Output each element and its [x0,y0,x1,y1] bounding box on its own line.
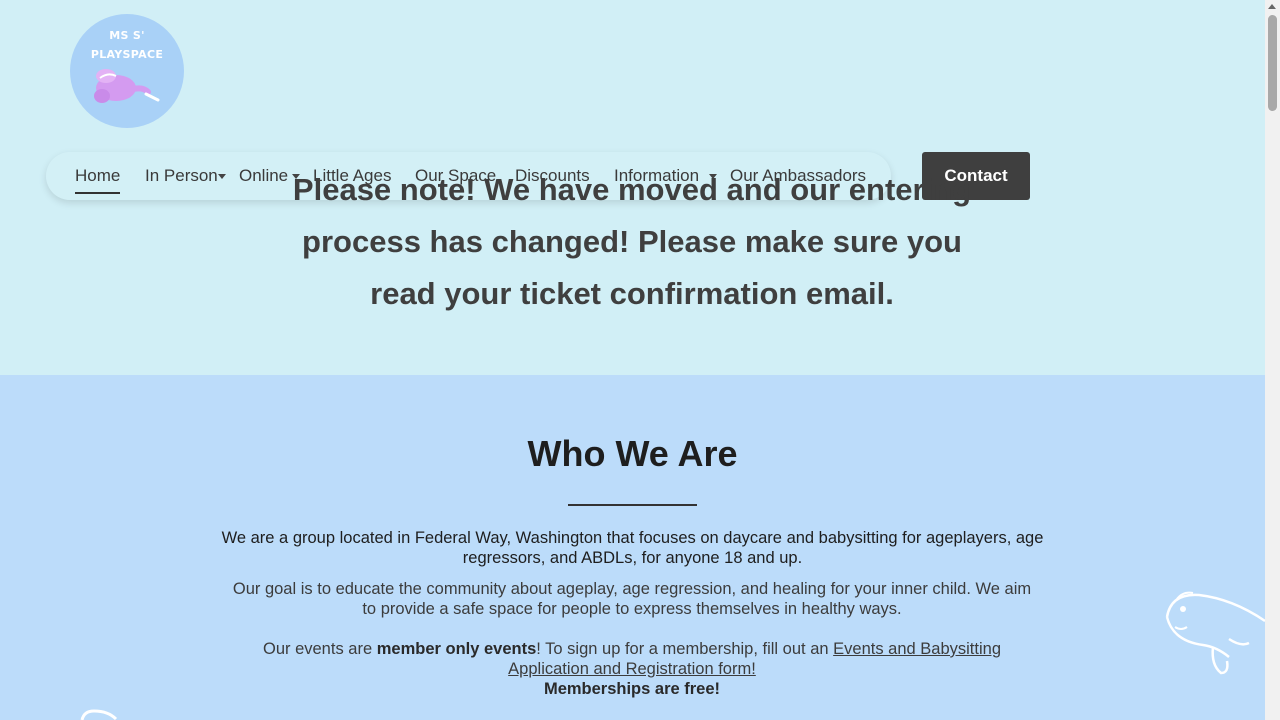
fish-doodle-icon [1165,591,1265,675]
doodle-icon [80,709,118,720]
who-we-are-section: Who We Are We are a group located in Fed… [0,375,1265,720]
memberships-free-text: Memberships are free! [543,680,721,698]
section-title: Who We Are [527,433,738,474]
membership-paragraph: Our events are member only events! To si… [232,639,1032,699]
logo-line-2: PLAYSPACE [90,48,164,61]
logo-mascot-icon [94,69,160,103]
membership-text-start: Our events are [262,640,377,658]
scrollbar-thumb[interactable] [1268,15,1277,111]
membership-text-mid: ! To sign up for a membership, fill out … [536,640,834,658]
logo-text: MS S' PLAYSPACE [70,26,184,64]
nav-home[interactable]: Home [75,166,121,194]
moved-notice: Please note! We have moved and our enter… [292,172,972,311]
site-logo[interactable]: MS S' PLAYSPACE [70,14,184,128]
scroll-up-icon[interactable] [1268,4,1276,9]
intro-paragraph: We are a group located in Federal Way, W… [221,529,1044,567]
nav-online[interactable]: Online [239,166,288,186]
caret-down-icon[interactable] [218,174,226,179]
nav-in-person[interactable]: In Person [145,166,218,186]
logo-line-1: MS S' [109,29,145,42]
member-only-emphasis: member only events [376,640,537,658]
goal-paragraph: Our goal is to educate the community abo… [232,580,1032,618]
title-divider [568,504,697,506]
